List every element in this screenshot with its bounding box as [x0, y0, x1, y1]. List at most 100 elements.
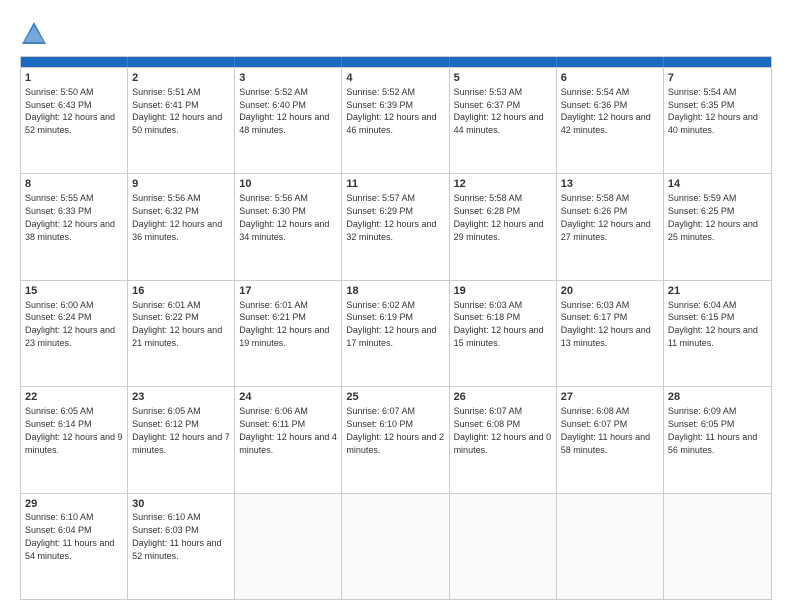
cell-info: Sunrise: 6:09 AM Sunset: 6:05 PM Dayligh…: [668, 406, 757, 454]
calendar-cell-3-3: 25Sunrise: 6:07 AM Sunset: 6:10 PM Dayli…: [342, 387, 449, 492]
header-sunday: [21, 57, 128, 67]
cell-info: Sunrise: 6:03 AM Sunset: 6:17 PM Dayligh…: [561, 300, 651, 348]
calendar-cell-1-3: 11Sunrise: 5:57 AM Sunset: 6:29 PM Dayli…: [342, 174, 449, 279]
cell-info: Sunrise: 6:07 AM Sunset: 6:10 PM Dayligh…: [346, 406, 444, 454]
day-number: 25: [346, 390, 444, 405]
cell-info: Sunrise: 6:02 AM Sunset: 6:19 PM Dayligh…: [346, 300, 436, 348]
cell-info: Sunrise: 5:52 AM Sunset: 6:39 PM Dayligh…: [346, 87, 436, 135]
calendar-body: 1Sunrise: 5:50 AM Sunset: 6:43 PM Daylig…: [21, 67, 771, 599]
calendar-cell-1-0: 8Sunrise: 5:55 AM Sunset: 6:33 PM Daylig…: [21, 174, 128, 279]
calendar-cell-0-4: 5Sunrise: 5:53 AM Sunset: 6:37 PM Daylig…: [450, 68, 557, 173]
day-number: 26: [454, 390, 552, 405]
cell-info: Sunrise: 6:10 AM Sunset: 6:04 PM Dayligh…: [25, 512, 114, 560]
cell-info: Sunrise: 5:52 AM Sunset: 6:40 PM Dayligh…: [239, 87, 329, 135]
day-number: 7: [668, 71, 767, 86]
day-number: 22: [25, 390, 123, 405]
calendar-cell-4-6: [664, 494, 771, 599]
calendar-cell-1-6: 14Sunrise: 5:59 AM Sunset: 6:25 PM Dayli…: [664, 174, 771, 279]
calendar-cell-2-0: 15Sunrise: 6:00 AM Sunset: 6:24 PM Dayli…: [21, 281, 128, 386]
calendar-cell-2-4: 19Sunrise: 6:03 AM Sunset: 6:18 PM Dayli…: [450, 281, 557, 386]
calendar-week-1: 8Sunrise: 5:55 AM Sunset: 6:33 PM Daylig…: [21, 173, 771, 279]
calendar-cell-1-5: 13Sunrise: 5:58 AM Sunset: 6:26 PM Dayli…: [557, 174, 664, 279]
calendar-cell-1-1: 9Sunrise: 5:56 AM Sunset: 6:32 PM Daylig…: [128, 174, 235, 279]
cell-info: Sunrise: 5:56 AM Sunset: 6:32 PM Dayligh…: [132, 193, 222, 241]
day-number: 28: [668, 390, 767, 405]
cell-info: Sunrise: 5:51 AM Sunset: 6:41 PM Dayligh…: [132, 87, 222, 135]
calendar-cell-0-3: 4Sunrise: 5:52 AM Sunset: 6:39 PM Daylig…: [342, 68, 449, 173]
calendar-cell-2-3: 18Sunrise: 6:02 AM Sunset: 6:19 PM Dayli…: [342, 281, 449, 386]
calendar-cell-0-6: 7Sunrise: 5:54 AM Sunset: 6:35 PM Daylig…: [664, 68, 771, 173]
cell-info: Sunrise: 5:56 AM Sunset: 6:30 PM Dayligh…: [239, 193, 329, 241]
calendar-cell-2-5: 20Sunrise: 6:03 AM Sunset: 6:17 PM Dayli…: [557, 281, 664, 386]
header-tuesday: [235, 57, 342, 67]
cell-info: Sunrise: 5:54 AM Sunset: 6:36 PM Dayligh…: [561, 87, 651, 135]
calendar-cell-3-5: 27Sunrise: 6:08 AM Sunset: 6:07 PM Dayli…: [557, 387, 664, 492]
day-number: 24: [239, 390, 337, 405]
day-number: 19: [454, 284, 552, 299]
header-saturday: [664, 57, 771, 67]
day-number: 15: [25, 284, 123, 299]
cell-info: Sunrise: 6:01 AM Sunset: 6:22 PM Dayligh…: [132, 300, 222, 348]
calendar-cell-0-2: 3Sunrise: 5:52 AM Sunset: 6:40 PM Daylig…: [235, 68, 342, 173]
calendar-cell-4-5: [557, 494, 664, 599]
cell-info: Sunrise: 6:07 AM Sunset: 6:08 PM Dayligh…: [454, 406, 552, 454]
calendar-week-4: 29Sunrise: 6:10 AM Sunset: 6:04 PM Dayli…: [21, 493, 771, 599]
day-number: 21: [668, 284, 767, 299]
calendar-cell-3-6: 28Sunrise: 6:09 AM Sunset: 6:05 PM Dayli…: [664, 387, 771, 492]
day-number: 3: [239, 71, 337, 86]
day-number: 18: [346, 284, 444, 299]
calendar-cell-0-1: 2Sunrise: 5:51 AM Sunset: 6:41 PM Daylig…: [128, 68, 235, 173]
calendar-week-0: 1Sunrise: 5:50 AM Sunset: 6:43 PM Daylig…: [21, 67, 771, 173]
cell-info: Sunrise: 5:57 AM Sunset: 6:29 PM Dayligh…: [346, 193, 436, 241]
logo-icon: [20, 20, 48, 48]
calendar-cell-4-1: 30Sunrise: 6:10 AM Sunset: 6:03 PM Dayli…: [128, 494, 235, 599]
day-number: 29: [25, 497, 123, 512]
calendar-cell-2-6: 21Sunrise: 6:04 AM Sunset: 6:15 PM Dayli…: [664, 281, 771, 386]
cell-info: Sunrise: 5:50 AM Sunset: 6:43 PM Dayligh…: [25, 87, 115, 135]
calendar-header: [21, 57, 771, 67]
header-wednesday: [342, 57, 449, 67]
calendar-cell-2-2: 17Sunrise: 6:01 AM Sunset: 6:21 PM Dayli…: [235, 281, 342, 386]
cell-info: Sunrise: 6:08 AM Sunset: 6:07 PM Dayligh…: [561, 406, 650, 454]
calendar-week-2: 15Sunrise: 6:00 AM Sunset: 6:24 PM Dayli…: [21, 280, 771, 386]
day-number: 6: [561, 71, 659, 86]
day-number: 1: [25, 71, 123, 86]
cell-info: Sunrise: 6:06 AM Sunset: 6:11 PM Dayligh…: [239, 406, 337, 454]
header-friday: [557, 57, 664, 67]
day-number: 14: [668, 177, 767, 192]
cell-info: Sunrise: 6:05 AM Sunset: 6:12 PM Dayligh…: [132, 406, 230, 454]
cell-info: Sunrise: 6:05 AM Sunset: 6:14 PM Dayligh…: [25, 406, 123, 454]
cell-info: Sunrise: 5:58 AM Sunset: 6:28 PM Dayligh…: [454, 193, 544, 241]
calendar-cell-3-4: 26Sunrise: 6:07 AM Sunset: 6:08 PM Dayli…: [450, 387, 557, 492]
cell-info: Sunrise: 6:10 AM Sunset: 6:03 PM Dayligh…: [132, 512, 221, 560]
day-number: 11: [346, 177, 444, 192]
cell-info: Sunrise: 6:04 AM Sunset: 6:15 PM Dayligh…: [668, 300, 758, 348]
day-number: 4: [346, 71, 444, 86]
day-number: 10: [239, 177, 337, 192]
cell-info: Sunrise: 5:58 AM Sunset: 6:26 PM Dayligh…: [561, 193, 651, 241]
logo: [20, 20, 52, 48]
calendar-cell-3-2: 24Sunrise: 6:06 AM Sunset: 6:11 PM Dayli…: [235, 387, 342, 492]
cell-info: Sunrise: 6:00 AM Sunset: 6:24 PM Dayligh…: [25, 300, 115, 348]
day-number: 8: [25, 177, 123, 192]
day-number: 12: [454, 177, 552, 192]
day-number: 20: [561, 284, 659, 299]
calendar-cell-1-4: 12Sunrise: 5:58 AM Sunset: 6:28 PM Dayli…: [450, 174, 557, 279]
calendar-cell-4-2: [235, 494, 342, 599]
day-number: 30: [132, 497, 230, 512]
cell-info: Sunrise: 6:03 AM Sunset: 6:18 PM Dayligh…: [454, 300, 544, 348]
day-number: 5: [454, 71, 552, 86]
calendar-cell-0-0: 1Sunrise: 5:50 AM Sunset: 6:43 PM Daylig…: [21, 68, 128, 173]
day-number: 9: [132, 177, 230, 192]
day-number: 27: [561, 390, 659, 405]
day-number: 2: [132, 71, 230, 86]
cell-info: Sunrise: 5:59 AM Sunset: 6:25 PM Dayligh…: [668, 193, 758, 241]
cell-info: Sunrise: 6:01 AM Sunset: 6:21 PM Dayligh…: [239, 300, 329, 348]
calendar-cell-0-5: 6Sunrise: 5:54 AM Sunset: 6:36 PM Daylig…: [557, 68, 664, 173]
cell-info: Sunrise: 5:53 AM Sunset: 6:37 PM Dayligh…: [454, 87, 544, 135]
header-monday: [128, 57, 235, 67]
day-number: 16: [132, 284, 230, 299]
day-number: 23: [132, 390, 230, 405]
calendar-cell-2-1: 16Sunrise: 6:01 AM Sunset: 6:22 PM Dayli…: [128, 281, 235, 386]
day-number: 17: [239, 284, 337, 299]
